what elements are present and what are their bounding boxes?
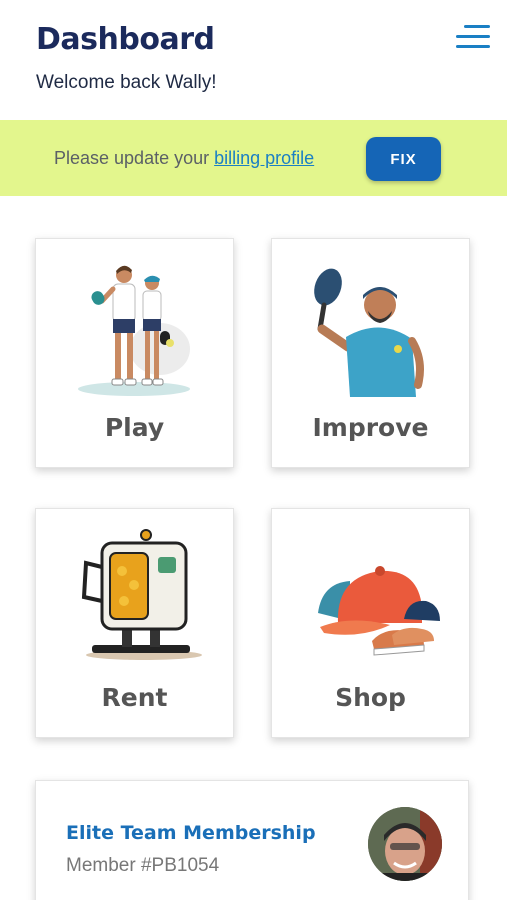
billing-profile-link[interactable]: billing profile xyxy=(214,148,314,168)
page-title: Dashboard xyxy=(36,22,215,57)
pickleball-couple-illustration xyxy=(78,265,190,396)
welcome-message: Welcome back Wally! xyxy=(36,72,217,93)
banner-text: Please update your xyxy=(54,148,215,168)
rent-label: Rent xyxy=(101,683,168,712)
play-card[interactable]: Play xyxy=(35,238,234,468)
rent-card[interactable]: Rent xyxy=(35,508,234,738)
improve-card[interactable]: Improve xyxy=(271,238,470,468)
shop-label: Shop xyxy=(335,683,406,712)
membership-card[interactable]: Elite Team Membership Member #PB1054 xyxy=(35,780,469,900)
player-with-paddle-illustration xyxy=(314,268,424,397)
member-number: Member #PB1054 xyxy=(66,855,220,876)
cap-and-shoes-illustration xyxy=(318,566,440,656)
banner-message: Please update your billing profile xyxy=(54,148,314,169)
shop-card[interactable]: Shop xyxy=(271,508,470,738)
header: Dashboard Welcome back Wally! xyxy=(0,0,507,120)
play-label: Play xyxy=(104,413,165,442)
membership-title: Elite Team Membership xyxy=(66,822,316,844)
avatar-photo-icon xyxy=(368,807,442,881)
billing-banner: Please update your billing profile FIX xyxy=(0,120,507,196)
hamburger-menu-icon[interactable] xyxy=(452,22,490,52)
fix-button[interactable]: FIX xyxy=(366,137,441,181)
ball-machine-illustration xyxy=(81,529,202,660)
user-avatar[interactable] xyxy=(368,807,442,881)
improve-label: Improve xyxy=(312,413,429,442)
